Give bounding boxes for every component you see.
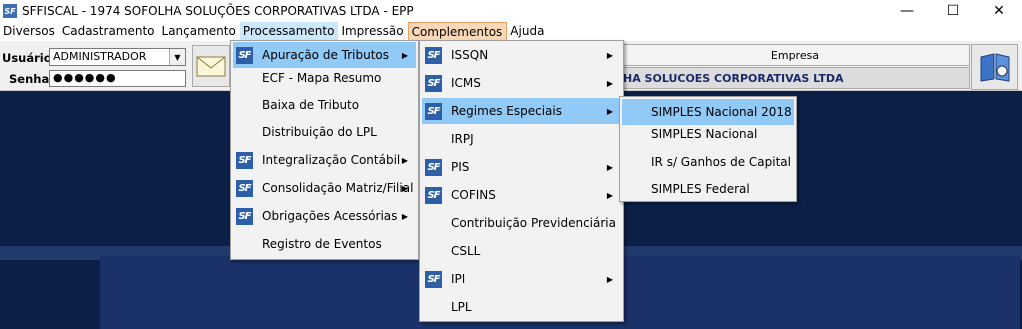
empresa-value: HA SOLUCOES CORPORATIVAS LTDA (620, 67, 970, 89)
menu-item-cofins[interactable]: SF COFINS ▶ (422, 182, 621, 208)
regimes-especiais-submenu: SIMPLES Nacional 2018 SIMPLES Nacional I… (619, 96, 797, 202)
menu-item-baixa-tributo[interactable]: Baixa de Tributo (233, 92, 416, 118)
chevron-right-icon: ▶ (606, 274, 613, 284)
menu-complementos[interactable]: Complementos (407, 22, 508, 41)
processamento-menu: SF Apuração de Tributos ▶ ECF - Mapa Resum… (230, 40, 419, 260)
menu-impressao[interactable]: Impressão (338, 22, 407, 41)
app-icon: SF (3, 4, 17, 18)
mail-button[interactable] (192, 45, 230, 87)
chevron-right-icon: ▶ (401, 155, 408, 165)
menu-item-regimes-especiais[interactable]: SF Regimes Especiais ▶ (422, 98, 621, 124)
chevron-right-icon: ▶ (606, 50, 613, 60)
sf-icon: SF (425, 158, 442, 176)
menu-item-obrigacoes[interactable]: SF Obrigações Acessórias ▶ (233, 203, 416, 229)
menu-ajuda[interactable]: Ajuda (507, 22, 548, 41)
chevron-right-icon: ▶ (401, 50, 408, 60)
chevron-down-icon[interactable]: ▼ (169, 49, 185, 65)
sf-icon: SF (236, 179, 253, 197)
chevron-right-icon: ▶ (606, 190, 613, 200)
menu-item-irpj[interactable]: IRPJ (422, 126, 621, 152)
close-button[interactable]: ✕ (976, 0, 1022, 22)
menu-item-simples-nacional[interactable]: SIMPLES Nacional (622, 121, 794, 147)
sf-icon: SF (425, 186, 442, 204)
senha-input[interactable]: ●●●●●● (49, 70, 186, 87)
chevron-right-icon: ▶ (606, 162, 613, 172)
menu-processamento[interactable]: Processamento (239, 22, 339, 41)
sf-icon: SF (425, 102, 442, 120)
usuario-combo[interactable]: ADMINISTRADOR ▼ (49, 48, 186, 66)
minimize-button[interactable]: — (884, 0, 930, 22)
menu-item-pis[interactable]: SF PIS ▶ (422, 154, 621, 180)
menu-item-contribuicao-previdenciaria[interactable]: Contribuição Previdenciária (422, 210, 621, 236)
apuracao-submenu: SF ISSQN ▶ SF ICMS ▶ SF Regimes Especiais ▶ IR… (419, 40, 624, 322)
menu-diversos[interactable]: Diversos (0, 22, 59, 41)
help-button[interactable] (971, 44, 1018, 90)
sf-icon: SF (236, 46, 253, 64)
menu-cadastramento[interactable]: Cadastramento (59, 22, 159, 41)
menu-lancamento[interactable]: Lançamento (159, 22, 240, 41)
envelope-icon (196, 56, 226, 77)
maximize-button[interactable]: ☐ (930, 0, 976, 22)
sf-icon: SF (425, 74, 442, 92)
book-icon (980, 53, 1009, 82)
menu-bar: Diversos Cadastramento Lançamento Proces… (0, 22, 1022, 41)
sf-icon: SF (236, 207, 253, 225)
menu-item-ecf-mapa[interactable]: ECF - Mapa Resumo (233, 65, 416, 91)
menu-item-consolidacao[interactable]: SF Consolidação Matriz/Filial ▶ (233, 175, 416, 201)
menu-item-csll[interactable]: CSLL (422, 238, 621, 264)
menu-item-distribuicao-lpl[interactable]: Distribuição do LPL (233, 119, 416, 145)
sf-icon: SF (236, 151, 253, 169)
menu-item-simples-federal[interactable]: SIMPLES Federal (622, 176, 794, 202)
window-title: SFFISCAL - 1974 SOFOLHA SOLUÇÕES CORPORA… (22, 4, 414, 18)
chevron-right-icon: ▶ (401, 211, 408, 221)
menu-item-icms[interactable]: SF ICMS ▶ (422, 70, 621, 96)
sf-icon: SF (425, 270, 442, 288)
menu-item-integralizacao[interactable]: SF Integralização Contábil ▶ (233, 147, 416, 173)
senha-label: Senha: (9, 72, 54, 86)
menu-item-ipi[interactable]: SF IPI ▶ (422, 266, 621, 292)
chevron-right-icon: ▶ (606, 106, 613, 116)
menu-item-lpl[interactable]: LPL (422, 294, 621, 320)
sf-icon: SF (425, 46, 442, 64)
menu-item-ir-ganhos-capital[interactable]: IR s/ Ganhos de Capital (622, 149, 794, 175)
usuario-value: ADMINISTRADOR (53, 50, 147, 63)
menu-item-registro-eventos[interactable]: Registro de Eventos (233, 231, 416, 257)
title-bar: SF SFFISCAL - 1974 SOFOLHA SOLUÇÕES CORP… (0, 0, 1022, 22)
chevron-right-icon: ▶ (401, 183, 408, 193)
empresa-header: Empresa (620, 44, 970, 66)
chevron-right-icon: ▶ (606, 78, 613, 88)
menu-item-issqn[interactable]: SF ISSQN ▶ (422, 42, 621, 68)
